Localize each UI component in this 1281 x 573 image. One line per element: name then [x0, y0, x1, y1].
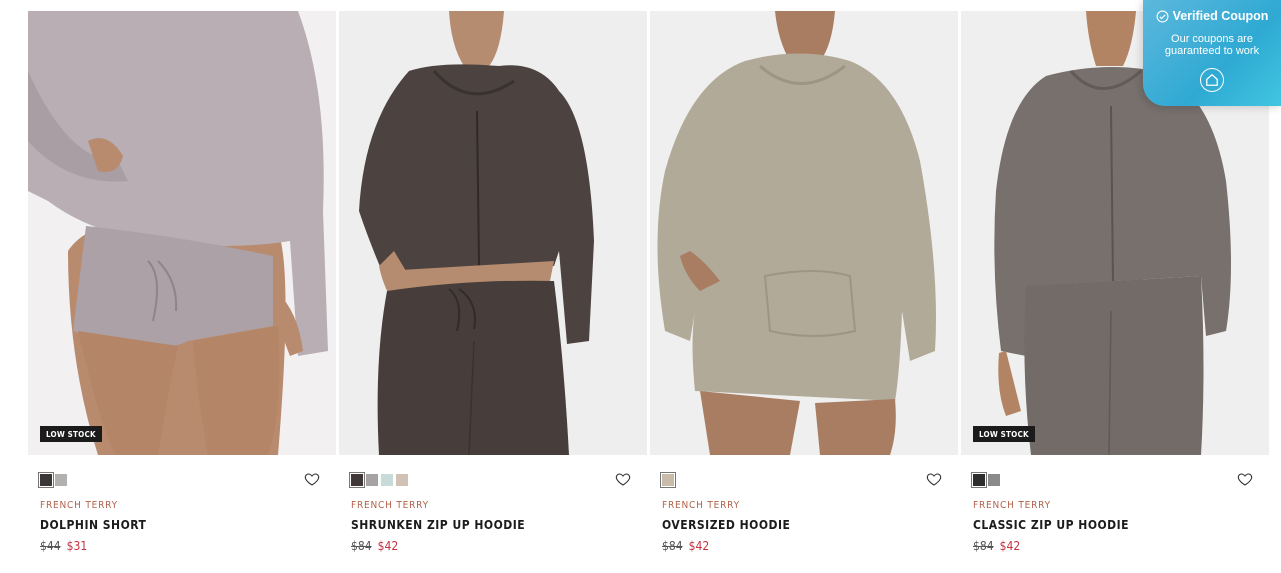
coupon-subtitle: Our coupons are guaranteed to work [1143, 33, 1281, 57]
check-circle-icon [1156, 10, 1169, 22]
coupon-action-button[interactable] [1200, 68, 1224, 92]
product-photo[interactable] [650, 11, 958, 455]
original-price: $44 [40, 539, 61, 553]
fabric-label: FRENCH TERRY [662, 500, 740, 511]
color-swatches [38, 472, 67, 488]
low-stock-badge: LOW STOCK [973, 426, 1035, 442]
model-photo [650, 11, 958, 455]
product-photo[interactable]: LOW STOCK [28, 11, 336, 455]
product-name[interactable]: DOLPHIN SHORT [40, 518, 146, 532]
product-card[interactable]: FRENCH TERRY SHRUNKEN ZIP UP HOODIE $84 $… [339, 11, 647, 553]
heart-outline-icon[interactable] [304, 471, 320, 487]
sale-price: $42 [999, 539, 1021, 553]
original-price: $84 [351, 539, 372, 553]
product-name[interactable]: OVERSIZED HOODIE [662, 518, 790, 532]
sale-price: $42 [688, 539, 710, 553]
sale-price: $31 [66, 539, 88, 553]
color-swatch[interactable] [396, 474, 408, 486]
color-swatch[interactable] [55, 474, 67, 486]
model-photo [339, 11, 647, 455]
low-stock-badge: LOW STOCK [40, 426, 102, 442]
coupon-title: Verified Coupon [1172, 9, 1269, 23]
coupon-subtitle-line: Our coupons are [1171, 33, 1253, 45]
color-swatch[interactable] [38, 472, 54, 488]
product-name[interactable]: SHRUNKEN ZIP UP HOODIE [351, 518, 525, 532]
product-grid: LOW STOCK FRENCH TERRY DOLPHIN SHORT $44… [28, 11, 1269, 553]
color-swatches [660, 472, 676, 488]
price: $84 $42 [973, 539, 1020, 553]
coupon-title-row: Verified Coupon [1143, 9, 1281, 23]
sale-price: $42 [377, 539, 399, 553]
heart-outline-icon[interactable] [1237, 471, 1253, 487]
original-price: $84 [973, 539, 994, 553]
house-tag-icon [1206, 74, 1218, 86]
product-photo[interactable] [339, 11, 647, 455]
price: $44 $31 [40, 539, 87, 553]
price: $84 $42 [662, 539, 709, 553]
price: $84 $42 [351, 539, 398, 553]
fabric-label: FRENCH TERRY [40, 500, 118, 511]
heart-outline-icon[interactable] [926, 471, 942, 487]
fabric-label: FRENCH TERRY [973, 500, 1051, 511]
product-card[interactable]: LOW STOCK FRENCH TERRY DOLPHIN SHORT $44… [28, 11, 336, 553]
color-swatch[interactable] [349, 472, 365, 488]
color-swatch[interactable] [971, 472, 987, 488]
heart-outline-icon[interactable] [615, 471, 631, 487]
color-swatch[interactable] [381, 474, 393, 486]
color-swatch[interactable] [366, 474, 378, 486]
product-name[interactable]: CLASSIC ZIP UP HOODIE [973, 518, 1129, 532]
color-swatch[interactable] [660, 472, 676, 488]
original-price: $84 [662, 539, 683, 553]
color-swatch[interactable] [988, 474, 1000, 486]
model-photo [28, 11, 336, 455]
coupon-subtitle-line: guaranteed to work [1164, 45, 1260, 57]
verified-coupon-widget[interactable]: Verified Coupon Our coupons are guarante… [1143, 0, 1281, 106]
product-card[interactable]: FRENCH TERRY OVERSIZED HOODIE $84 $42 [650, 11, 958, 553]
color-swatches [971, 472, 1000, 488]
color-swatches [349, 472, 408, 488]
fabric-label: FRENCH TERRY [351, 500, 429, 511]
